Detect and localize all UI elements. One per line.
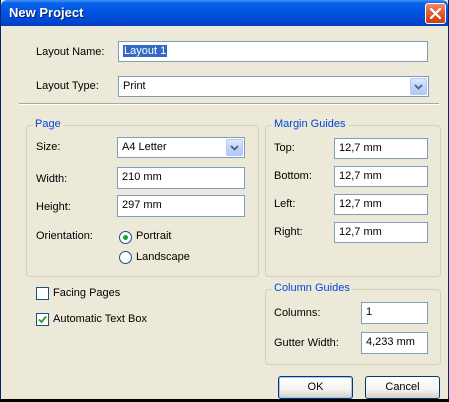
width-input[interactable]: 210 mm bbox=[117, 167, 245, 189]
close-button[interactable] bbox=[425, 3, 446, 24]
layout-name-input[interactable]: Layout 1 bbox=[118, 41, 428, 62]
portrait-radio[interactable] bbox=[119, 231, 132, 244]
title-bar[interactable]: New Project bbox=[1, 0, 448, 26]
auto-text-box-checkbox[interactable] bbox=[36, 313, 49, 326]
margin-bottom-label: Bottom: bbox=[274, 170, 312, 182]
orientation-label: Orientation: bbox=[36, 230, 93, 242]
margin-guides-group-title: Margin Guides bbox=[272, 118, 348, 130]
margin-bottom-input[interactable]: 12,7 mm bbox=[334, 166, 428, 187]
radio-selected-dot bbox=[123, 235, 128, 240]
checkmark-icon bbox=[38, 315, 47, 324]
window-title: New Project bbox=[9, 5, 84, 20]
size-label: Size: bbox=[36, 141, 61, 153]
margin-right-label: Right: bbox=[274, 226, 303, 238]
section-divider bbox=[19, 103, 439, 105]
size-dropdown-button[interactable] bbox=[226, 139, 243, 156]
cancel-button[interactable]: Cancel bbox=[365, 376, 440, 399]
new-project-dialog: New Project Layout Name: Layout 1 Layout… bbox=[0, 0, 449, 402]
chevron-down-icon bbox=[414, 84, 423, 90]
layout-type-value: Print bbox=[123, 80, 146, 92]
columns-label: Columns: bbox=[274, 307, 321, 319]
layout-name-value: Layout 1 bbox=[123, 45, 168, 57]
landscape-radio[interactable] bbox=[119, 251, 132, 264]
margin-left-label: Left: bbox=[274, 198, 296, 210]
facing-pages-label[interactable]: Facing Pages bbox=[53, 287, 120, 299]
portrait-label[interactable]: Portrait bbox=[136, 230, 171, 242]
gutter-width-input[interactable]: 4,233 mm bbox=[361, 332, 428, 354]
layout-type-label: Layout Type: bbox=[36, 80, 99, 92]
margin-top-input[interactable]: 12,7 mm bbox=[334, 138, 428, 159]
facing-pages-checkbox[interactable] bbox=[36, 287, 49, 300]
chevron-down-icon bbox=[230, 145, 239, 151]
height-label: Height: bbox=[36, 201, 71, 213]
layout-type-dropdown[interactable]: Print bbox=[118, 76, 429, 97]
height-input[interactable]: 297 mm bbox=[117, 195, 245, 217]
auto-text-box-label[interactable]: Automatic Text Box bbox=[53, 313, 147, 325]
margin-top-label: Top: bbox=[274, 142, 295, 154]
gutter-width-label: Gutter Width: bbox=[274, 337, 339, 349]
page-group-title: Page bbox=[33, 118, 63, 130]
columns-input[interactable]: 1 bbox=[361, 302, 428, 324]
column-guides-group-title: Column Guides bbox=[272, 282, 352, 294]
size-dropdown[interactable]: A4 Letter bbox=[117, 137, 245, 158]
margin-right-input[interactable]: 12,7 mm bbox=[334, 222, 428, 243]
size-value: A4 Letter bbox=[122, 141, 167, 153]
width-label: Width: bbox=[36, 173, 68, 185]
close-icon bbox=[430, 8, 441, 19]
layout-name-label: Layout Name: bbox=[36, 46, 105, 58]
landscape-label[interactable]: Landscape bbox=[136, 251, 190, 263]
margin-left-input[interactable]: 12,7 mm bbox=[334, 194, 428, 215]
ok-button[interactable]: OK bbox=[278, 376, 353, 399]
layout-type-dropdown-button[interactable] bbox=[410, 78, 427, 95]
